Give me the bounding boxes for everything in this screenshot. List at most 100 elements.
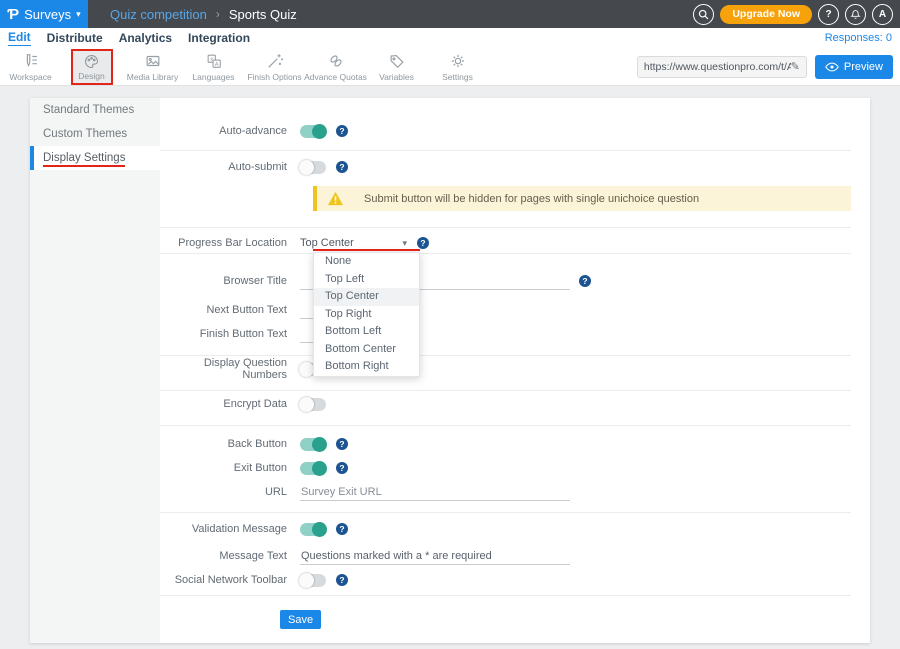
display-settings-label: Display Settings — [43, 152, 125, 167]
selected-value: Top Center — [300, 237, 354, 249]
auto-advance-label: Auto-advance — [160, 125, 300, 137]
social-network-toolbar-toggle[interactable] — [300, 574, 326, 587]
exit-button-label: Exit Button — [160, 462, 300, 474]
tab-integration[interactable]: Integration — [188, 31, 250, 45]
encrypt-data-row: Encrypt Data — [160, 391, 870, 417]
responses-count[interactable]: Responses: 0 — [825, 32, 900, 44]
upgrade-now-button[interactable]: Upgrade Now — [720, 5, 812, 24]
warning-triangle-icon — [327, 191, 344, 206]
encrypt-data-toggle[interactable] — [300, 398, 326, 411]
toolbar-advance-quotas[interactable]: Advance Quotas — [305, 48, 366, 86]
notifications-button[interactable] — [845, 4, 866, 25]
svg-text:A: A — [214, 61, 218, 67]
progress-bar-location-select[interactable]: Top Center ▾ — [300, 237, 407, 249]
progress-select-annotation — [313, 249, 420, 251]
breadcrumb-folder[interactable]: Quiz competition — [110, 7, 207, 22]
divider — [160, 425, 851, 426]
magic-wand-icon — [266, 52, 284, 70]
surveys-menu[interactable]: Ƥ Surveys ▾ — [0, 0, 88, 28]
divider — [160, 227, 851, 228]
menu-option-bottom-left[interactable]: Bottom Left — [314, 323, 419, 341]
survey-url-input[interactable] — [644, 61, 791, 73]
toolbar-media-library[interactable]: Media Library — [122, 48, 183, 86]
menu-option-top-left[interactable]: Top Left — [314, 271, 419, 289]
message-text-row: Message Text — [160, 543, 870, 569]
toolbar-languages[interactable]: x̄A Languages — [183, 48, 244, 86]
preview-label: Preview — [844, 61, 883, 73]
save-button[interactable]: Save — [280, 610, 321, 629]
survey-url-box: ✎ — [637, 56, 807, 78]
encrypt-data-label: Encrypt Data — [160, 398, 300, 410]
design-sidebar: Standard Themes Custom Themes Display Se… — [30, 98, 160, 643]
finish-button-text-label: Finish Button Text — [160, 328, 300, 340]
menu-option-top-center[interactable]: Top Center — [314, 288, 419, 306]
sidebar-item-display-settings[interactable]: Display Settings — [30, 146, 160, 170]
exit-button-row: Exit Button ? — [160, 455, 870, 481]
chain-links-icon — [327, 52, 345, 70]
avatar[interactable]: A — [872, 4, 893, 25]
auto-submit-toggle[interactable] — [300, 161, 326, 174]
toolbar-design[interactable]: Design — [61, 48, 122, 86]
breadcrumb-separator-icon: › — [216, 7, 220, 21]
help-button[interactable]: ? — [818, 4, 839, 25]
tab-analytics[interactable]: Analytics — [119, 31, 172, 45]
sidebar-item-standard-themes[interactable]: Standard Themes — [30, 98, 160, 122]
validation-message-toggle[interactable] — [300, 523, 326, 536]
social-network-toolbar-row: Social Network Toolbar ? — [160, 567, 870, 593]
message-text-input[interactable] — [300, 548, 570, 565]
sidebar-item-custom-themes[interactable]: Custom Themes — [30, 122, 160, 146]
search-icon — [697, 8, 710, 21]
message-text-label: Message Text — [160, 550, 300, 562]
translate-icon: x̄A — [205, 52, 223, 70]
menu-option-bottom-right[interactable]: Bottom Right — [314, 358, 419, 376]
palette-icon — [83, 53, 100, 70]
workspace-icon — [22, 52, 40, 70]
back-button-help-icon[interactable]: ? — [336, 438, 348, 450]
next-button-text-row: Next Button Text — [160, 297, 870, 323]
preview-button[interactable]: Preview — [815, 55, 893, 79]
menu-option-bottom-center[interactable]: Bottom Center — [314, 341, 419, 359]
surveys-menu-label: Surveys — [24, 7, 71, 22]
menu-option-none[interactable]: None — [314, 253, 419, 271]
auto-advance-toggle[interactable] — [300, 125, 326, 138]
toolbar-settings[interactable]: Settings — [427, 48, 488, 86]
auto-advance-row: Auto-advance ? — [160, 118, 870, 144]
display-question-numbers-label: Display Question Numbers — [160, 357, 300, 381]
browser-title-label: Browser Title — [160, 275, 300, 287]
auto-submit-row: Auto-submit ? — [160, 154, 870, 180]
browser-title-help-icon[interactable]: ? — [579, 275, 591, 287]
exit-url-row: URL — [160, 479, 870, 505]
divider — [160, 150, 851, 151]
validation-message-help-icon[interactable]: ? — [336, 523, 348, 535]
tab-distribute[interactable]: Distribute — [47, 31, 103, 45]
toolbar-workspace[interactable]: Workspace — [0, 48, 61, 86]
back-button-toggle[interactable] — [300, 438, 326, 451]
top-actions: Upgrade Now ? A — [693, 4, 900, 25]
auto-advance-help-icon[interactable]: ? — [336, 125, 348, 137]
back-button-row: Back Button ? — [160, 431, 870, 457]
auto-submit-help-icon[interactable]: ? — [336, 161, 348, 173]
toolbar-variables[interactable]: Variables — [366, 48, 427, 86]
divider — [160, 253, 851, 254]
validation-message-row: Validation Message ? — [160, 516, 870, 542]
submit-hidden-warning: Submit button will be hidden for pages w… — [313, 186, 851, 211]
questionpro-app: Ƥ Surveys ▾ Quiz competition › Sports Qu… — [0, 0, 900, 649]
top-bar: Ƥ Surveys ▾ Quiz competition › Sports Qu… — [0, 0, 900, 28]
validation-message-label: Validation Message — [160, 523, 300, 535]
exit-button-help-icon[interactable]: ? — [336, 462, 348, 474]
breadcrumb-survey-name: Sports Quiz — [229, 7, 297, 22]
exit-button-toggle[interactable] — [300, 462, 326, 475]
toolbar-finish-options[interactable]: Finish Options — [244, 48, 305, 86]
tab-edit[interactable]: Edit — [8, 30, 31, 46]
progress-bar-help-icon[interactable]: ? — [417, 237, 429, 249]
edit-url-icon[interactable]: ✎ — [791, 60, 800, 73]
divider — [160, 595, 851, 596]
chevron-down-icon: ▾ — [76, 9, 81, 20]
questionpro-logo-icon: Ƥ — [7, 6, 19, 23]
search-button[interactable] — [693, 4, 714, 25]
display-settings-panel: Auto-advance ? Auto-submit ? Submit butt… — [160, 98, 870, 643]
exit-url-input[interactable] — [300, 484, 570, 501]
menu-option-top-right[interactable]: Top Right — [314, 306, 419, 324]
design-active-annotation: Design — [71, 49, 113, 85]
social-network-toolbar-help-icon[interactable]: ? — [336, 574, 348, 586]
